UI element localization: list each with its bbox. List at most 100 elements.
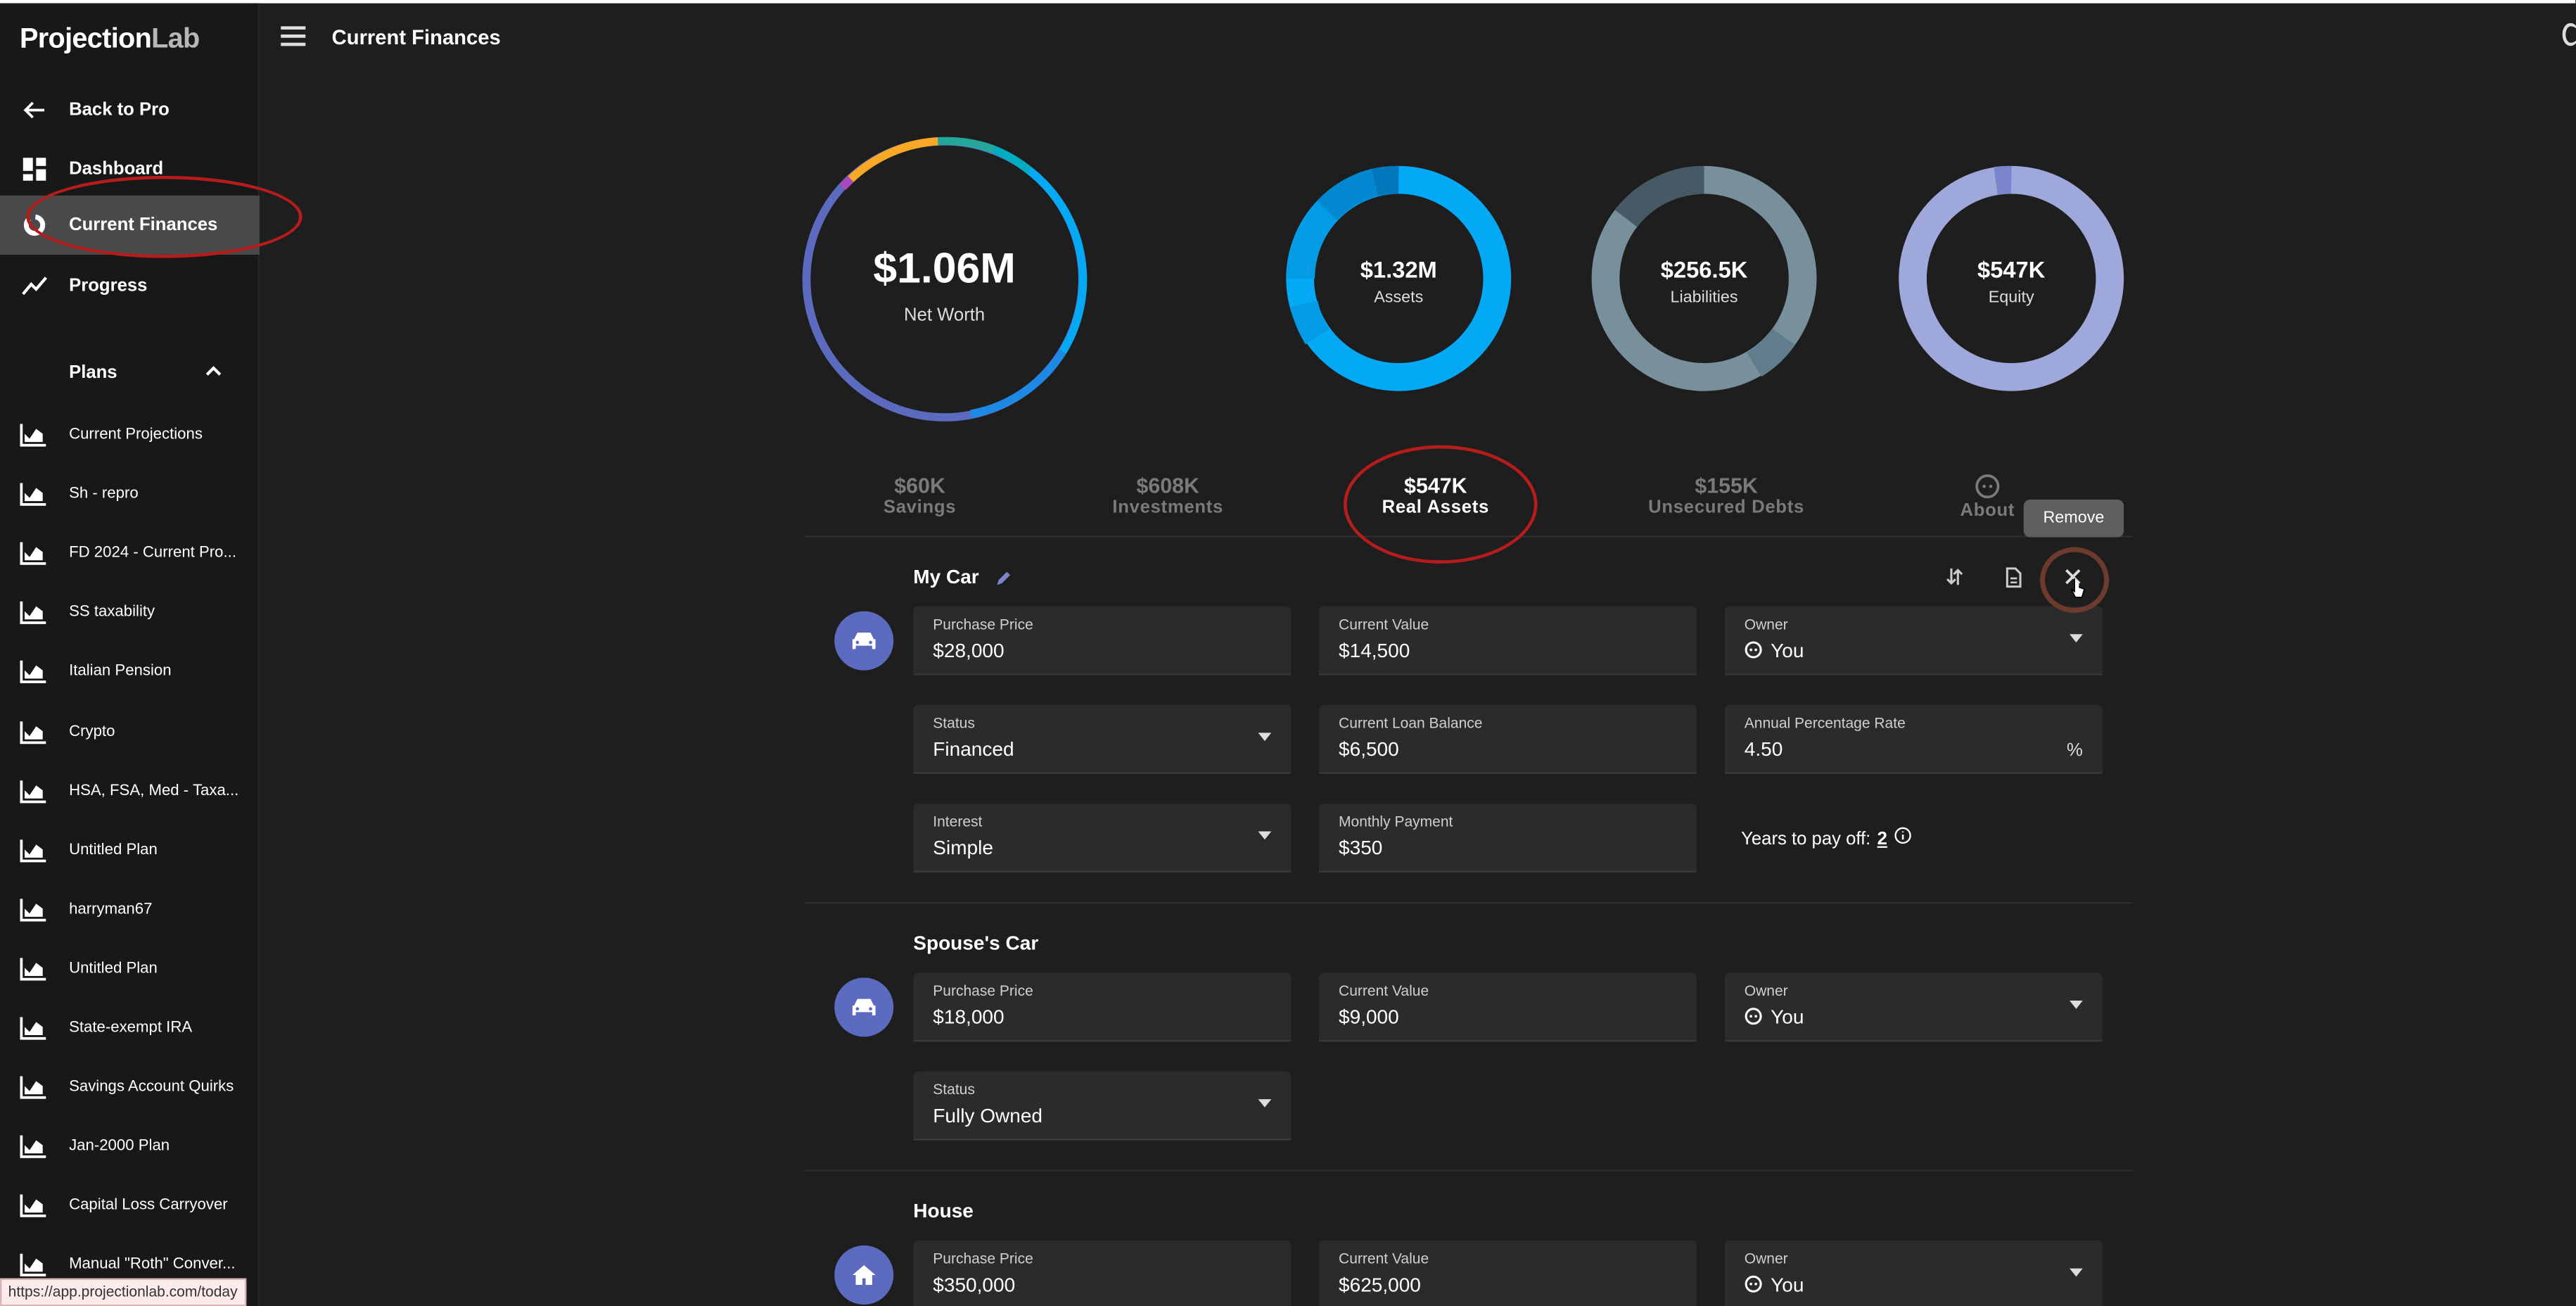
current-value-field[interactable]: Current Value $625,000 xyxy=(1319,1240,1697,1306)
chart-icon xyxy=(20,661,46,685)
chevron-down-icon xyxy=(2070,634,2083,642)
chart-icon xyxy=(20,1135,46,1159)
sidebar-plan-item[interactable]: Current Projections xyxy=(0,406,260,465)
car-icon xyxy=(834,611,894,671)
edit-icon[interactable] xyxy=(994,567,1014,597)
chevron-up-icon[interactable] xyxy=(205,363,222,383)
annotation-ellipse xyxy=(1344,445,1538,564)
tab-savings[interactable]: $60K Savings xyxy=(854,473,986,517)
field-value: 4.50 xyxy=(1744,737,1783,761)
field-label: Purchase Price xyxy=(933,616,1033,633)
arrow-left-icon xyxy=(21,97,47,123)
equity-label: Equity xyxy=(1988,289,2034,308)
sidebar-plan-item[interactable]: Capital Loss Carryover xyxy=(0,1177,260,1236)
sidebar-plan-item[interactable]: Crypto xyxy=(0,702,260,761)
field-label: Purchase Price xyxy=(933,1250,1033,1267)
remove-tooltip: Remove xyxy=(2023,499,2124,538)
plan-label: harryman67 xyxy=(69,900,153,918)
document-icon[interactable] xyxy=(1999,562,2029,592)
house-icon xyxy=(834,1245,894,1305)
car-icon xyxy=(834,977,894,1037)
plan-label: FD 2024 - Current Pro... xyxy=(69,544,237,563)
sidebar-plan-item[interactable]: Jan-2000 Plan xyxy=(0,1117,260,1177)
monthly-payment-field[interactable]: Monthly Payment $350 xyxy=(1319,803,1697,873)
field-label: Purchase Price xyxy=(933,982,1033,999)
chart-icon xyxy=(20,1017,46,1040)
chevron-down-icon xyxy=(1258,733,1272,742)
plan-label: Capital Loss Carryover xyxy=(69,1196,228,1215)
status-select[interactable]: Status Financed xyxy=(913,704,1292,774)
chart-icon xyxy=(20,602,46,625)
sidebar-plan-item[interactable]: FD 2024 - Current Pro... xyxy=(0,524,260,583)
chevron-down-icon xyxy=(2070,1001,2083,1009)
field-label: Status xyxy=(933,714,975,732)
percent-suffix: % xyxy=(2066,741,2083,761)
info-icon[interactable] xyxy=(1894,827,1912,850)
tab-investments[interactable]: $608K Investments xyxy=(1084,473,1251,517)
assets-donut[interactable]: $1.32M Assets xyxy=(1284,165,1513,393)
app-logo[interactable]: ProjectionLab xyxy=(20,23,200,56)
tab-about[interactable]: About xyxy=(1955,473,2020,521)
field-value: Fully Owned xyxy=(933,1104,1043,1127)
chart-icon xyxy=(20,780,46,803)
plan-label: State-exempt IRA xyxy=(69,1018,193,1037)
nav-progress[interactable]: Progress xyxy=(0,256,260,315)
net-worth-donut[interactable]: $1.06M Net Worth xyxy=(800,134,1089,424)
ytp-value[interactable]: 2 xyxy=(1877,830,1887,849)
field-value: $9,000 xyxy=(1339,1006,1399,1029)
chevron-down-icon xyxy=(1258,831,1272,840)
search-icon[interactable] xyxy=(2562,23,2576,46)
page-title: Current Finances xyxy=(331,26,501,50)
chart-icon xyxy=(20,720,46,744)
owner-select[interactable]: Owner You xyxy=(1724,1240,2103,1306)
apr-field[interactable]: Annual Percentage Rate 4.50 % xyxy=(1724,704,2103,774)
purchase-price-field[interactable]: Purchase Price $18,000 xyxy=(913,972,1292,1042)
field-label: Owner xyxy=(1744,616,1788,633)
sidebar-plan-item[interactable]: Savings Account Quirks xyxy=(0,1058,260,1117)
asset-name: My Car xyxy=(913,565,979,588)
sidebar-plan-item[interactable]: Sh - repro xyxy=(0,465,260,524)
equity-donut[interactable]: $547K Equity xyxy=(1897,165,2126,393)
sidebar-plan-item[interactable]: Italian Pension xyxy=(0,643,260,702)
assets-value: $1.32M xyxy=(1360,256,1437,283)
tab-label: Savings xyxy=(883,497,957,518)
sidebar-plan-item[interactable]: SS taxability xyxy=(0,584,260,643)
owner-select[interactable]: Owner You xyxy=(1724,972,2103,1042)
field-value: You xyxy=(1771,639,1804,663)
menu-icon[interactable] xyxy=(281,26,306,46)
user-face-icon xyxy=(1745,641,1763,664)
liabilities-label: Liabilities xyxy=(1670,289,1738,308)
plan-label: HSA, FSA, Med - Taxa... xyxy=(69,781,239,800)
chevron-down-icon xyxy=(1258,1099,1272,1108)
reorder-icon[interactable] xyxy=(1940,562,1970,592)
owner-select[interactable]: Owner You xyxy=(1724,606,2103,676)
status-select[interactable]: Status Fully Owned xyxy=(913,1071,1292,1141)
field-value: $14,500 xyxy=(1339,639,1410,663)
purchase-price-field[interactable]: Purchase Price $350,000 xyxy=(913,1240,1292,1306)
nav-back-to-pro[interactable]: Back to Pro xyxy=(0,80,260,139)
plan-label: Manual "Roth" Conver... xyxy=(69,1255,236,1274)
current-value-field[interactable]: Current Value $14,500 xyxy=(1319,606,1697,676)
sidebar-plan-item[interactable]: State-exempt IRA xyxy=(0,999,260,1058)
sidebar-plan-item[interactable]: HSA, FSA, Med - Taxa... xyxy=(0,761,260,820)
years-to-pay-off: Years to pay off: 2 xyxy=(1741,827,1912,850)
interest-select[interactable]: Interest Simple xyxy=(913,803,1292,873)
field-label: Annual Percentage Rate xyxy=(1744,714,1906,732)
assets-label: Assets xyxy=(1374,289,1424,308)
net-worth-value: $1.06M xyxy=(873,243,1016,293)
plan-label: SS taxability xyxy=(69,603,155,622)
liabilities-donut[interactable]: $256.5K Liabilities xyxy=(1590,165,1818,393)
field-label: Monthly Payment xyxy=(1339,813,1453,830)
sidebar-plan-item[interactable]: Untitled Plan xyxy=(0,821,260,880)
sidebar-plan-item[interactable]: Untitled Plan xyxy=(0,939,260,998)
loan-balance-field[interactable]: Current Loan Balance $6,500 xyxy=(1319,704,1697,774)
plans-header[interactable]: Plans xyxy=(69,363,117,383)
tab-unsecured-debts[interactable]: $155K Unsecured Debts xyxy=(1634,473,1818,517)
sidebar-plan-item[interactable]: harryman67 xyxy=(0,880,260,939)
field-value: Simple xyxy=(933,836,993,860)
current-value-field[interactable]: Current Value $9,000 xyxy=(1319,972,1697,1042)
field-value: You xyxy=(1771,1273,1804,1297)
ytp-label: Years to pay off: xyxy=(1741,830,1871,850)
purchase-price-field[interactable]: Purchase Price $28,000 xyxy=(913,606,1292,676)
tab-value: $155K xyxy=(1695,473,1758,498)
